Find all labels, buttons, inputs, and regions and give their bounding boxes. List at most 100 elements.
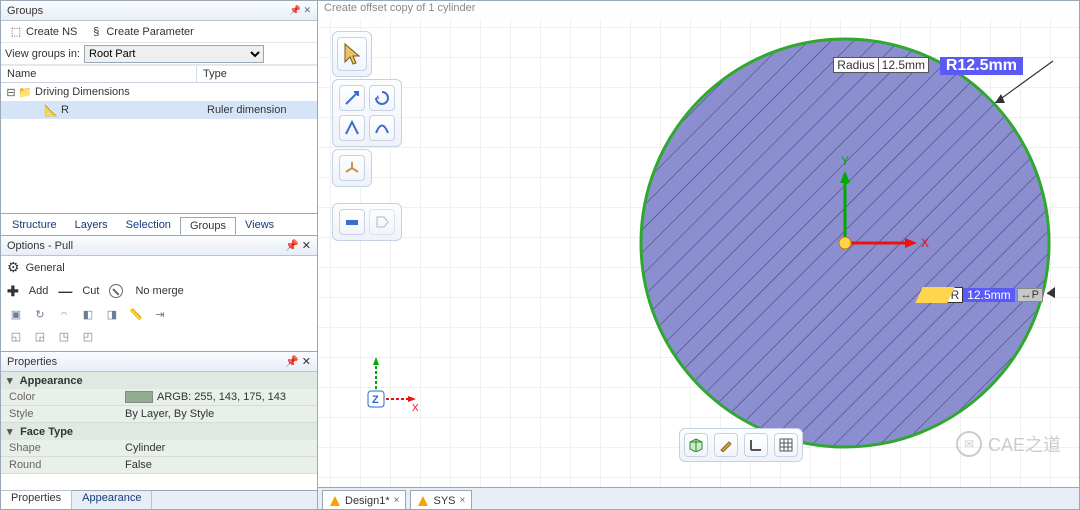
- parameterize-button[interactable]: ↔P: [1017, 288, 1043, 302]
- tab-views[interactable]: Views: [236, 217, 283, 235]
- doc-tab-label: SYS: [433, 495, 455, 507]
- prop-name: Style: [1, 406, 121, 422]
- tag-button[interactable]: [369, 209, 395, 235]
- body-c-icon[interactable]: ◳: [55, 327, 73, 345]
- select-button[interactable]: [337, 37, 367, 71]
- color-swatch: [125, 391, 153, 403]
- cut-button[interactable]: Cut: [78, 282, 103, 300]
- draft-icon[interactable]: ◧: [79, 305, 97, 323]
- create-ns-icon: ⬚: [9, 25, 23, 39]
- grid-icon: [779, 438, 793, 452]
- tree-item-r[interactable]: 📐 R Ruler dimension: [1, 101, 317, 119]
- option-shape-row: ▣ ↻ 𝄐 ◧ ◨ 📏 ⇥: [1, 303, 317, 325]
- cube-icon[interactable]: ▣: [7, 305, 25, 323]
- body-a-icon[interactable]: ◱: [7, 327, 25, 345]
- document-tabs: Design1* × SYS ×: [318, 487, 1079, 509]
- tag-icon: [374, 214, 390, 230]
- wechat-icon: ✉: [956, 431, 982, 457]
- tab-appearance[interactable]: Appearance: [72, 491, 152, 509]
- cube-icon: [689, 438, 703, 452]
- tab-selection[interactable]: Selection: [117, 217, 180, 235]
- doc-tab-label: Design1*: [345, 495, 390, 507]
- category-appearance-label: Appearance: [20, 375, 83, 387]
- select-group: [332, 31, 372, 77]
- radius-label: Radius: [833, 57, 878, 73]
- create-param-icon: §: [89, 25, 103, 39]
- create-param-button[interactable]: § Create Parameter: [85, 23, 197, 41]
- properties-header: Properties 📌 ✕: [1, 352, 317, 372]
- doc-tab-sys[interactable]: SYS ×: [410, 490, 472, 509]
- tab-groups[interactable]: Groups: [180, 217, 236, 235]
- close-icon[interactable]: ×: [394, 495, 400, 506]
- view-cube-button[interactable]: [684, 433, 708, 457]
- canvas[interactable]: X Y Radius 12.5mm R12.5mm: [318, 19, 1079, 487]
- props-pin-icon[interactable]: 📌 ✕: [285, 355, 311, 368]
- prop-style[interactable]: Style By Layer, By Style: [1, 406, 317, 423]
- spin-button[interactable]: [369, 85, 395, 111]
- nomerge-button[interactable]: No merge: [131, 282, 187, 300]
- radius-value: 12.5mm: [879, 57, 929, 73]
- options-pin-icon[interactable]: 📌 ✕: [285, 239, 311, 252]
- view-groups-select[interactable]: Root Part: [84, 45, 264, 63]
- ruler-icon[interactable]: 📏: [127, 305, 145, 323]
- tab-properties[interactable]: Properties: [1, 490, 72, 509]
- revolve-icon[interactable]: ↻: [31, 305, 49, 323]
- props-tabstrip: Properties Appearance: [1, 490, 317, 509]
- r-dimension-callout[interactable]: R 12.5mm ↔P: [919, 287, 1043, 303]
- tree-col-type[interactable]: Type: [197, 66, 317, 82]
- view-edit-button[interactable]: [714, 433, 738, 457]
- radius-readout: Radius 12.5mm: [833, 57, 929, 73]
- r-input[interactable]: 12.5mm: [963, 288, 1014, 302]
- create-ns-button[interactable]: ⬚ Create NS: [5, 23, 81, 41]
- category-appearance[interactable]: ▾ Appearance: [1, 372, 317, 389]
- view-groups-row: View groups in: Root Part: [1, 43, 317, 65]
- expand-icon[interactable]: ⊟: [5, 86, 17, 99]
- arrow-icon: [344, 90, 360, 106]
- prop-shape[interactable]: Shape Cylinder: [1, 440, 317, 457]
- view-grid-button[interactable]: [774, 433, 798, 457]
- pencil-icon: [719, 438, 733, 452]
- axis-x-label: X: [921, 236, 929, 250]
- pick-button[interactable]: [339, 115, 365, 141]
- pull-button[interactable]: [339, 85, 365, 111]
- ansys-logo-icon: [417, 495, 429, 507]
- view-triad[interactable]: X Y Z: [358, 357, 418, 417]
- option-general[interactable]: ⚙ General: [1, 256, 317, 279]
- view-axes-button[interactable]: [744, 433, 768, 457]
- measure-group: [332, 203, 402, 241]
- cylinder-face[interactable]: X Y: [635, 33, 1055, 453]
- tab-layers[interactable]: Layers: [66, 217, 117, 235]
- create-param-label: Create Parameter: [106, 26, 193, 38]
- close-icon[interactable]: ×: [460, 495, 466, 506]
- chevron-down-icon: ▾: [7, 425, 17, 438]
- prop-name: Color: [1, 389, 121, 405]
- app-root: Groups 📌 ✕ ⬚ Create NS § Create Paramete…: [0, 0, 1080, 510]
- prop-round[interactable]: Round False: [1, 457, 317, 474]
- pin-icon[interactable]: 📌 ✕: [290, 5, 311, 16]
- ruler-icon: [344, 214, 360, 230]
- move-button[interactable]: [369, 115, 395, 141]
- prop-color[interactable]: Color ARGB: 255, 143, 175, 143: [1, 389, 317, 406]
- add-button[interactable]: Add: [25, 282, 53, 300]
- pick-icon: [344, 120, 360, 136]
- tree-item-driving-dims[interactable]: ⊟ 📁 Driving Dimensions: [1, 83, 317, 101]
- scale-icon[interactable]: ◨: [103, 305, 121, 323]
- prop-name: Shape: [1, 440, 121, 456]
- tree-label: R: [61, 104, 203, 116]
- measure-button[interactable]: [339, 209, 365, 235]
- orient-button[interactable]: [339, 155, 365, 181]
- folder-icon: 📁: [17, 84, 33, 100]
- category-facetype[interactable]: ▾ Face Type: [1, 423, 317, 440]
- axis-y-label: Y: [841, 154, 849, 168]
- tab-structure[interactable]: Structure: [3, 217, 66, 235]
- groups-title: Groups: [7, 5, 43, 17]
- body-d-icon[interactable]: ◰: [79, 327, 97, 345]
- option-general-label: General: [26, 262, 65, 274]
- doc-tab-design1[interactable]: Design1* ×: [322, 490, 406, 509]
- body-b-icon[interactable]: ◲: [31, 327, 49, 345]
- upto-icon[interactable]: ⇥: [151, 305, 169, 323]
- prop-value: ARGB: 255, 143, 175, 143: [121, 389, 317, 405]
- tree-col-name[interactable]: Name: [1, 66, 197, 82]
- spin-icon: [374, 90, 390, 106]
- sweep-icon[interactable]: 𝄐: [55, 305, 73, 323]
